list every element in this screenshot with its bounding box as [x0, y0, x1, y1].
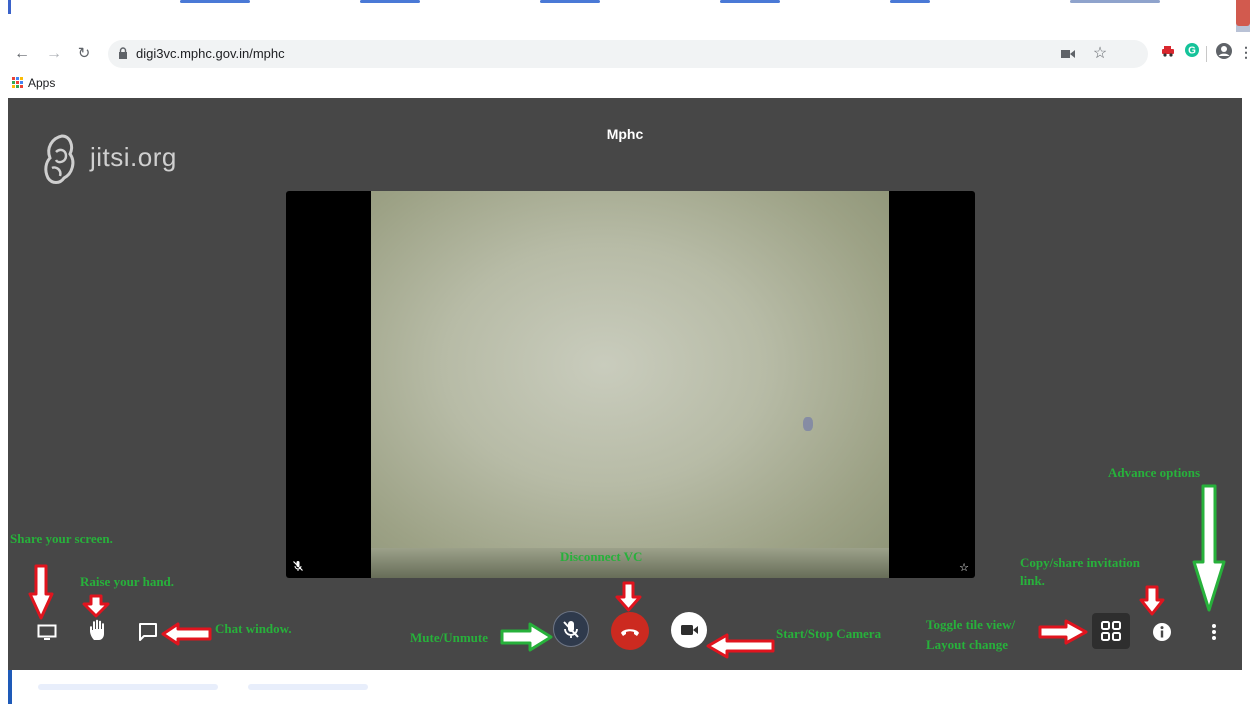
- invite-arrow: [1139, 585, 1165, 616]
- annotation-tile-view-line2: Layout change: [926, 637, 1008, 652]
- camera-arrow: [706, 633, 775, 659]
- annotation-raise-hand: Raise your hand.: [80, 574, 175, 589]
- annotation-mute: Mute/Unmute: [410, 630, 488, 645]
- annotation-arrows: [28, 484, 1226, 659]
- mute-arrow: [500, 622, 553, 652]
- share-screen-arrow: [28, 564, 54, 620]
- raise-hand-arrow: [82, 594, 110, 618]
- disconnect-arrow: [615, 581, 642, 612]
- tile-view-arrow: [1038, 619, 1088, 645]
- annotation-chat: Chat window.: [215, 621, 292, 636]
- advance-options-arrow: [1192, 484, 1226, 612]
- chat-arrow: [161, 622, 212, 646]
- annotation-invite-line2: link.: [1020, 573, 1045, 588]
- annotation-share-screen: Share your screen.: [10, 531, 113, 546]
- annotation-disconnect: Disconnect VC: [560, 549, 643, 564]
- annotation-tile-view-line1: Toggle tile view/: [926, 617, 1016, 632]
- annotation-camera: Start/Stop Camera: [776, 626, 882, 641]
- annotation-advance-options: Advance options: [1108, 465, 1201, 480]
- annotation-invite-line1: Copy/share invitation: [1020, 555, 1141, 570]
